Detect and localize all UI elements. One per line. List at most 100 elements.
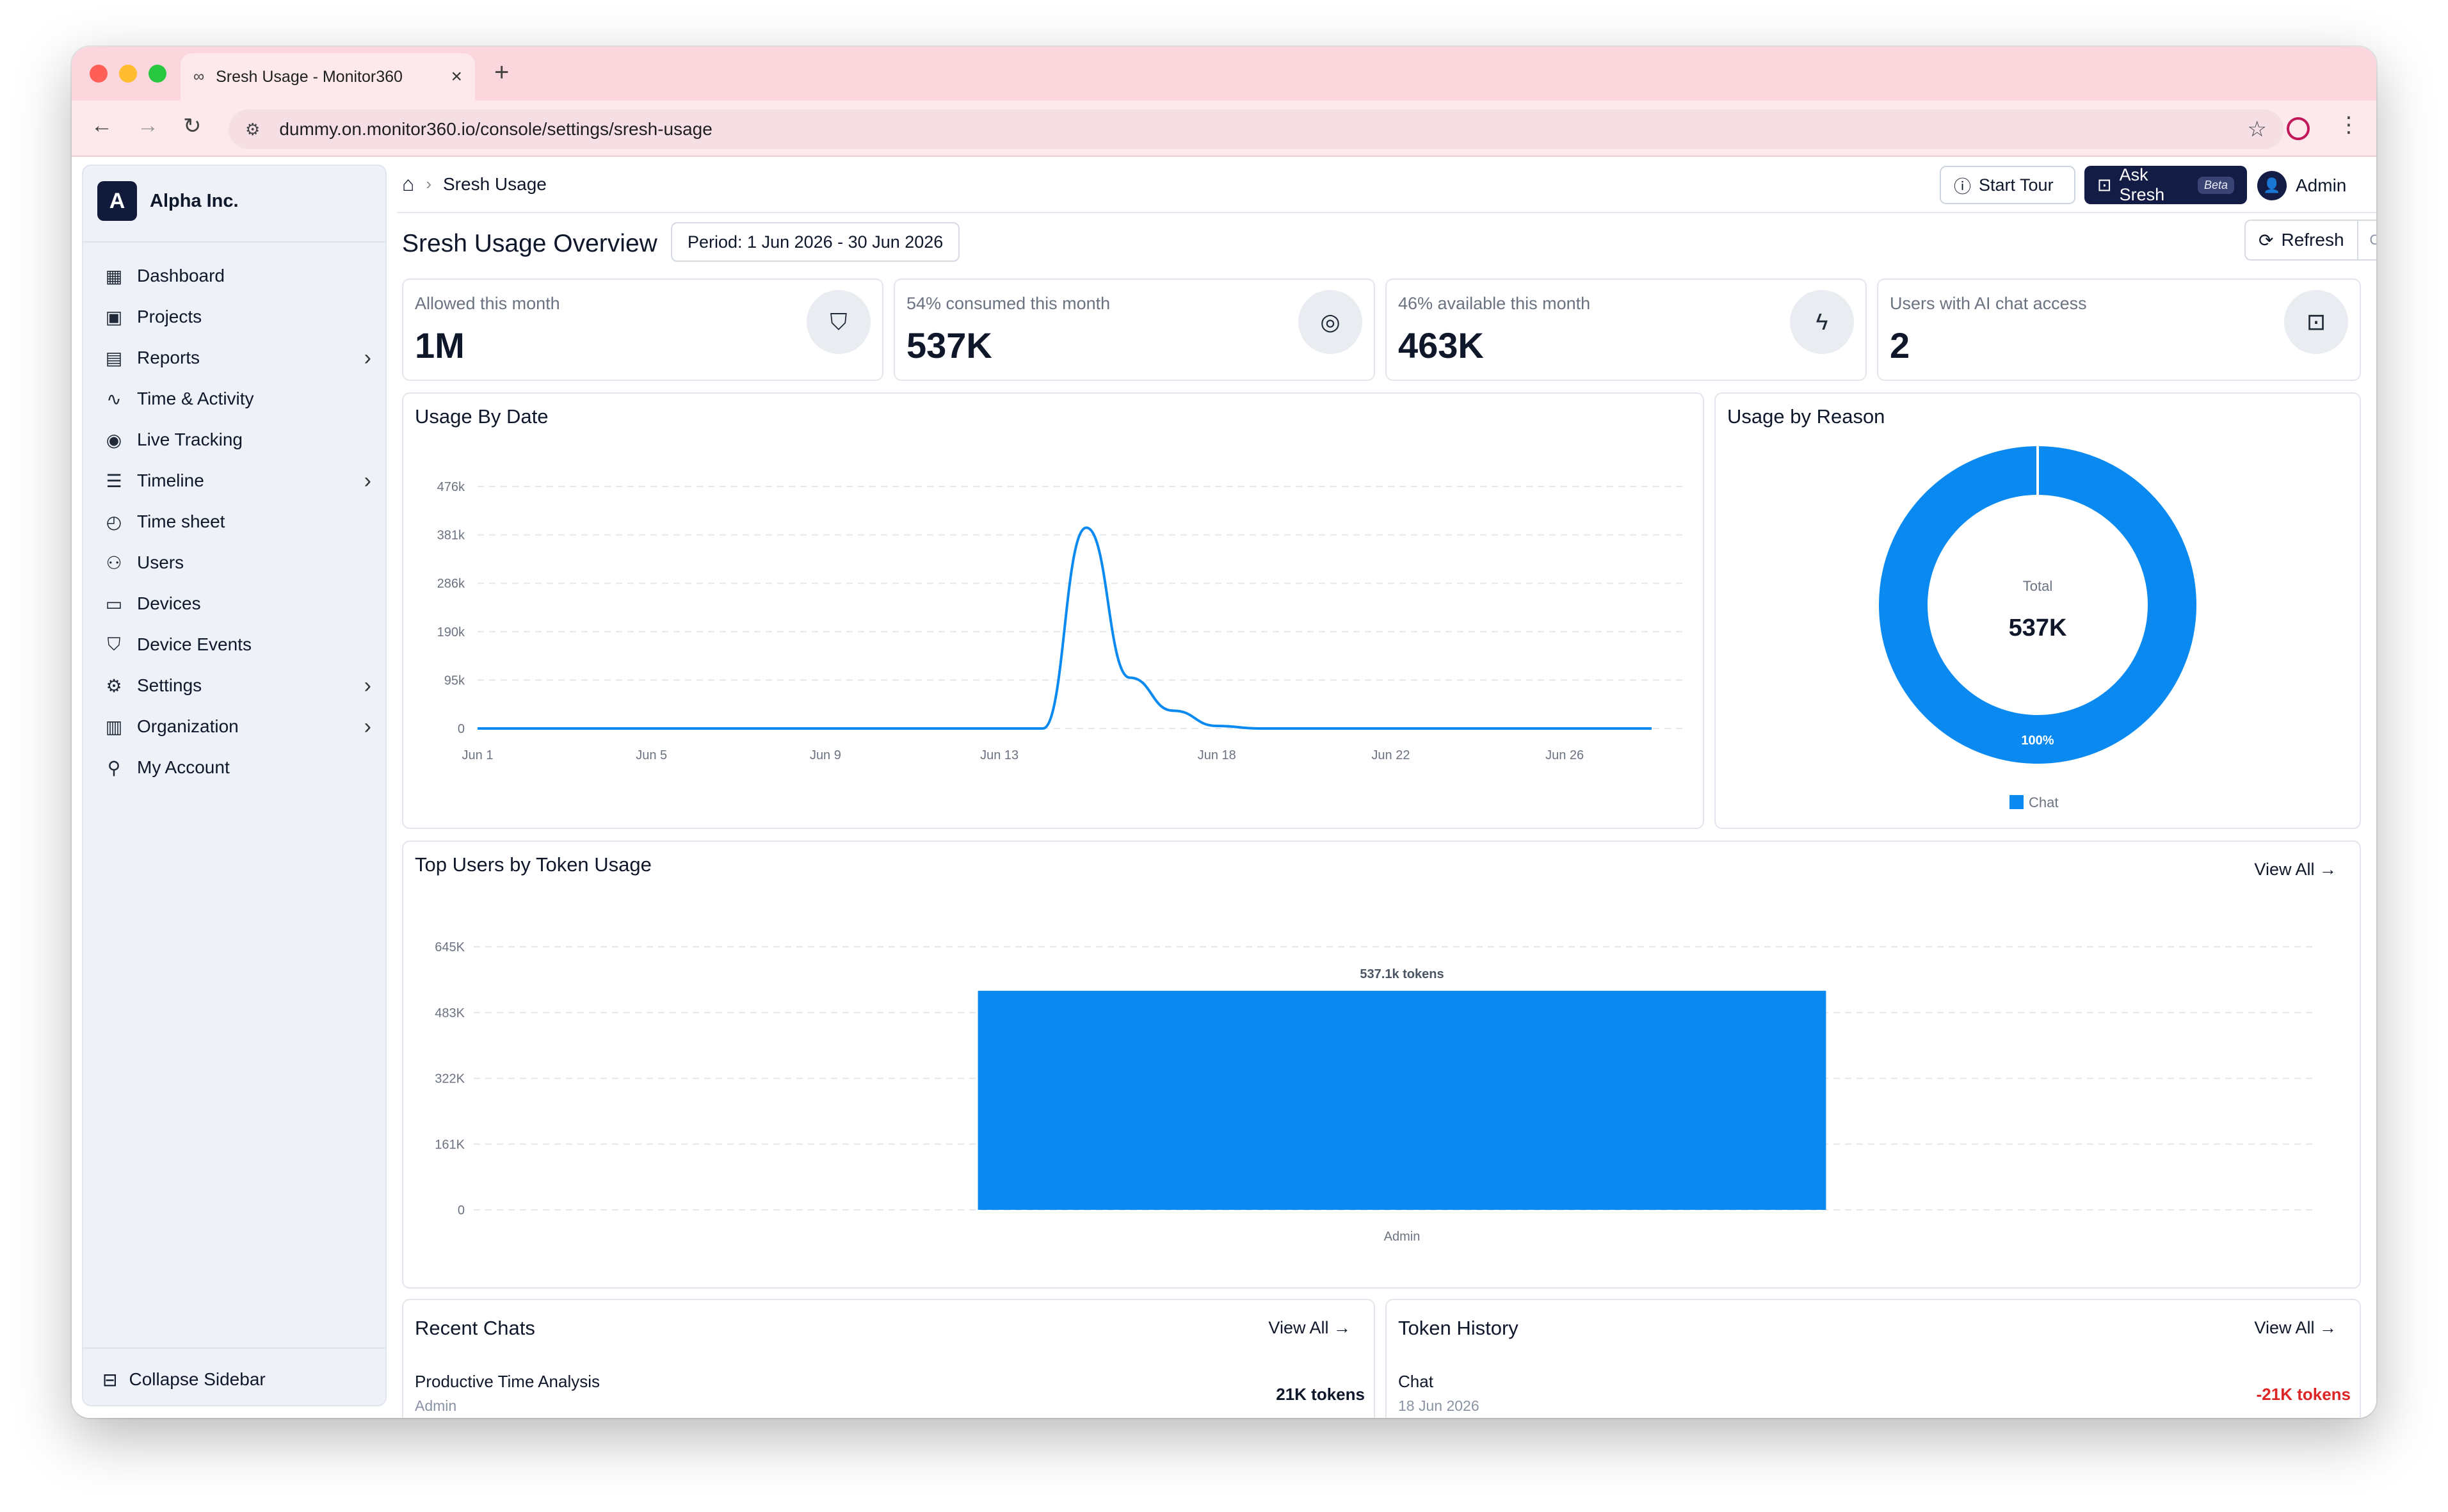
maximize-window-button[interactable] [149, 65, 166, 83]
collapse-sidebar-button[interactable]: ⊟ Collapse Sidebar [102, 1360, 266, 1399]
back-icon[interactable]: ← [91, 113, 113, 138]
x-tick-label: Jun 26 [1545, 748, 1584, 762]
sidebar-item-organization[interactable]: ▥ Organization › [102, 706, 371, 747]
history-tokens: -21K tokens [2256, 1385, 2351, 1404]
chevron-right-icon: › [364, 714, 371, 739]
forward-icon[interactable]: → [137, 113, 159, 138]
top-bar: ⌂ › Sresh Usage ⓘ Start Tour ⊡ Ask Sresh… [397, 157, 2376, 213]
sidebar-item-projects[interactable]: ▣ Projects [102, 296, 371, 337]
recent-chats-card: Recent Chats View All → Productive Time … [402, 1299, 1375, 1418]
sidebar-item-time-activity[interactable]: ∿ Time & Activity [102, 378, 371, 419]
sidebar-item-label: Timeline [137, 470, 204, 490]
sidebar-item-label: Reports [137, 348, 200, 367]
ask-sresh-button[interactable]: ⊡ Ask Sresh Beta [2084, 165, 2247, 204]
y-tick-label: 381k [437, 529, 465, 543]
sidebar-item-timeline[interactable]: ☰ Timeline › [102, 460, 371, 501]
breadcrumb-separator: › [426, 174, 431, 193]
view-all-link[interactable]: View All → [2254, 1318, 2337, 1338]
close-window-button[interactable] [90, 65, 108, 83]
card-title: Token History [1398, 1317, 1518, 1339]
sidebar-item-device-events[interactable]: ⛉ Device Events [102, 624, 371, 665]
bot-icon: ⊡ [2284, 290, 2348, 354]
usage-by-date-chart: 0 95k 190k 286k 381k 476k Jun 1 Jun 5 Jun 9 Jun 1… [437, 480, 1684, 762]
legend-swatch [2009, 795, 2024, 809]
y-tick-label: 483K [435, 1006, 465, 1020]
divider [83, 241, 385, 243]
sidebar-item-label: Live Tracking [137, 430, 243, 449]
sidebar-item-my-account[interactable]: ⚲ My Account [102, 747, 371, 788]
user-name: Admin [2296, 175, 2347, 195]
url-field[interactable]: ⚙ dummy.on.monitor360.io/console/setting… [229, 109, 2283, 149]
sidebar: A Alpha Inc. ▦ Dashboard ▣ Projects ▤ Reports… [82, 165, 387, 1406]
close-tab-icon[interactable]: × [451, 66, 462, 88]
divider [83, 1347, 385, 1349]
sidebar-item-devices[interactable]: ▭ Devices [102, 583, 371, 624]
refresh-control: ⟳ Refresh Off ⌄ [2244, 220, 2376, 261]
top-users-chart: 0 161K 322K 483K 645K 537.1k tokens Admin [435, 940, 2317, 1244]
sidebar-item-users[interactable]: ⚇ Users [102, 542, 371, 583]
avatar: 👤 [2257, 171, 2287, 200]
sidebar-item-live-tracking[interactable]: ◉ Live Tracking [102, 419, 371, 460]
org-name: Alpha Inc. [150, 190, 239, 211]
user-menu[interactable]: 👤 Admin [2257, 171, 2346, 200]
refresh-button[interactable]: ⟳ Refresh [2246, 221, 2358, 259]
start-tour-button[interactable]: ⓘ Start Tour [1940, 166, 2075, 204]
sidebar-item-label: Devices [137, 593, 201, 613]
sidebar-item-settings[interactable]: ⚙ Settings › [102, 665, 371, 706]
sidebar-item-label: Organization [137, 716, 239, 736]
history-reason: Chat [1398, 1372, 1433, 1391]
sidebar-item-label: Users [137, 552, 184, 572]
address-bar: ← → ↻ ⚙ dummy.on.monitor360.io/console/s… [72, 101, 2376, 157]
minimize-window-button[interactable] [119, 65, 137, 83]
breadcrumb: ⌂ › Sresh Usage [402, 172, 547, 196]
sidebar-nav: ▦ Dashboard ▣ Projects ▤ Reports › ∿ Time & Acti… [102, 255, 371, 788]
tab-title: Sresh Usage - Monitor360 [216, 67, 403, 86]
donut-center-value: 537K [2009, 615, 2067, 641]
org-logo: A [97, 181, 137, 221]
browser-tab[interactable]: ∞ Sresh Usage - Monitor360 × [181, 53, 475, 101]
lightning-icon: ϟ [1790, 290, 1854, 354]
live-icon: ◉ [106, 430, 122, 450]
sidebar-item-reports[interactable]: ▤ Reports › [102, 337, 371, 378]
view-all-link[interactable]: View All → [1268, 1318, 1351, 1338]
usage-by-reason-card: Usage by Reason Total 537K 100% Chat [1714, 392, 2361, 829]
org-switcher[interactable]: A Alpha Inc. [97, 181, 239, 221]
chat-title: Productive Time Analysis [415, 1372, 600, 1391]
donut-center-label: Total [2023, 578, 2052, 594]
y-tick-label: 286k [437, 577, 465, 591]
bot-icon: ⊡ [2097, 175, 2112, 195]
chat-user: Admin [415, 1397, 457, 1414]
stat-value: 1M [415, 325, 465, 366]
url-text[interactable]: dummy.on.monitor360.io/console/settings/… [279, 119, 2247, 140]
home-icon[interactable]: ⌂ [402, 172, 414, 196]
tab-bar: ∞ Sresh Usage - Monitor360 × + [72, 47, 2376, 101]
sidebar-item-label: Time sheet [137, 511, 225, 531]
browser-profile-icon[interactable] [2287, 117, 2310, 140]
reports-icon: ▤ [105, 348, 123, 368]
period-selector[interactable]: Period: 1 Jun 2026 - 30 Jun 2026 [671, 222, 960, 262]
stat-card-consumed: 54% consumed this month 537K ◎ [894, 278, 1375, 381]
stat-label: Allowed this month [415, 294, 560, 313]
timeline-icon: ☰ [106, 470, 122, 491]
browser-menu-icon[interactable]: ⋮ [2338, 112, 2360, 138]
reload-icon[interactable]: ↻ [183, 113, 202, 139]
stat-label: 54% consumed this month [906, 294, 1111, 313]
x-tick-label: Jun 1 [462, 748, 494, 762]
collapse-sidebar-label: Collapse Sidebar [129, 1369, 266, 1389]
sidebar-item-dashboard[interactable]: ▦ Dashboard [102, 255, 371, 296]
view-all-label: View All [1268, 1318, 1329, 1337]
view-all-label: View All [2254, 1318, 2315, 1337]
y-tick-label: 476k [437, 480, 465, 494]
x-tick-label: Jun 22 [1371, 748, 1410, 762]
chevron-right-icon: › [364, 468, 371, 493]
sidebar-item-time-sheet[interactable]: ◴ Time sheet [102, 501, 371, 542]
auto-refresh-select[interactable]: Off ⌄ [2358, 232, 2376, 248]
usage-line [477, 526, 1652, 730]
token-history-card: Token History View All → Chat 18 Jun 202… [1385, 1299, 2361, 1418]
bar-admin [978, 990, 1826, 1210]
beta-badge: Beta [2197, 176, 2234, 194]
site-settings-icon[interactable]: ⚙ [245, 120, 260, 140]
new-tab-icon[interactable]: + [494, 58, 509, 87]
bookmark-star-icon[interactable]: ☆ [2248, 117, 2267, 142]
user-icon: ⚲ [107, 757, 121, 778]
